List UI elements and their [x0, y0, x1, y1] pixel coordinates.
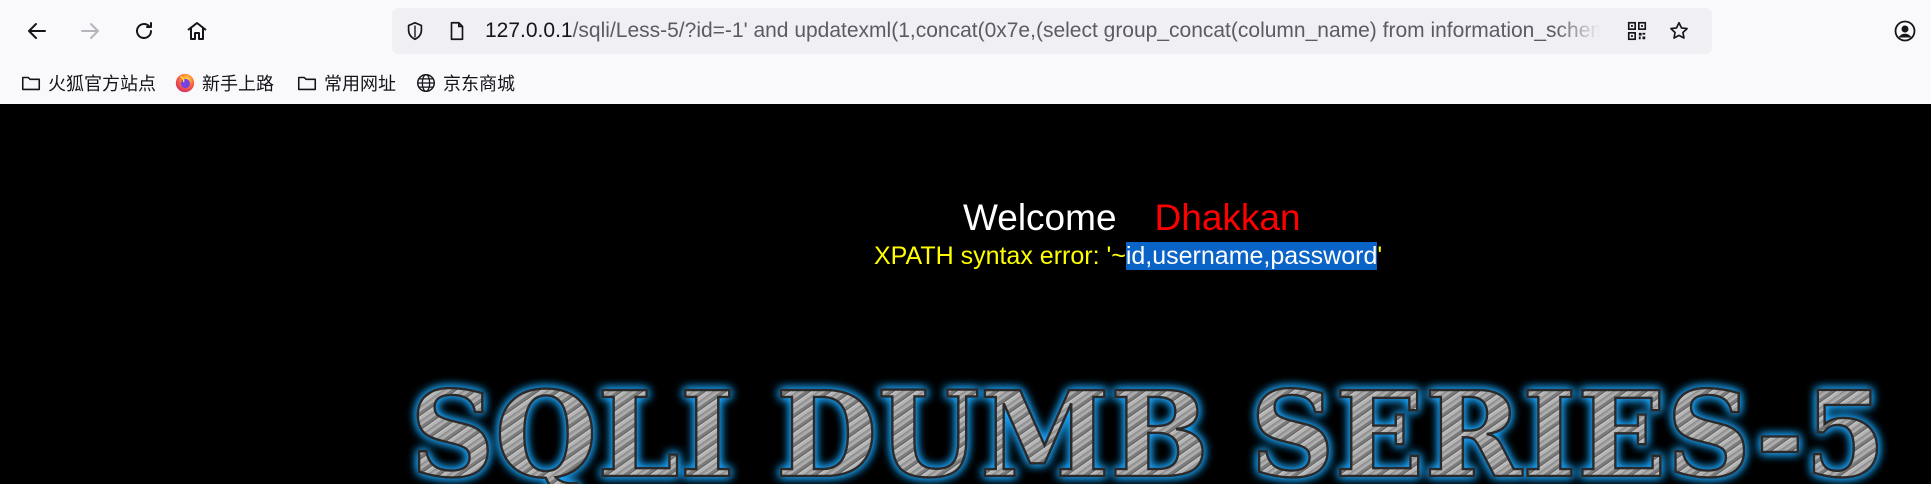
back-arrow-icon: [28, 23, 46, 39]
bookmarks-bar: 火狐官方站点 新手上路 常用网址 京东商城: [0, 62, 1931, 104]
back-button[interactable]: [18, 12, 56, 50]
banner-text: SQLI DUMB SERIES-5: [410, 365, 1886, 484]
shield-icon[interactable]: [403, 19, 427, 43]
home-button[interactable]: [178, 12, 216, 50]
bookmark-folder-common-sites[interactable]: 常用网址: [296, 70, 396, 96]
url-host: 127.0.0.1: [485, 19, 573, 42]
globe-icon: [417, 74, 435, 92]
bookmark-label: 京东商城: [443, 74, 515, 95]
xpath-error-message: XPATH syntax error: '~id,username,passwo…: [874, 240, 1382, 272]
url-text[interactable]: 127.0.0.1/sqli/Less-5/?id=-1' and update…: [485, 18, 1600, 44]
bookmark-jd-mall[interactable]: 京东商城: [415, 70, 515, 96]
account-icon: [1894, 20, 1916, 42]
forward-button[interactable]: [71, 12, 109, 50]
reload-icon: [136, 22, 152, 39]
error-prefix: XPATH syntax error: '~: [874, 242, 1126, 270]
forward-arrow-icon: [81, 23, 99, 39]
folder-icon: [21, 76, 41, 91]
qr-code-icon[interactable]: [1625, 19, 1649, 43]
account-button[interactable]: [1886, 12, 1924, 50]
url-bar[interactable]: 127.0.0.1/sqli/Less-5/?id=-1' and update…: [392, 8, 1712, 54]
bookmark-getting-started[interactable]: 新手上路: [174, 70, 274, 96]
welcome-name: Dhakkan: [1154, 197, 1301, 238]
welcome-label: Welcome: [963, 197, 1117, 238]
reload-button[interactable]: [125, 12, 163, 50]
nav-toolbar: 127.0.0.1/sqli/Less-5/?id=-1' and update…: [0, 0, 1931, 62]
browser-chrome: 127.0.0.1/sqli/Less-5/?id=-1' and update…: [0, 0, 1931, 104]
page-content: Welcome Dhakkan XPATH syntax error: '~id,…: [0, 104, 1931, 484]
firefox-icon: [175, 73, 195, 93]
bookmark-folder-firefox-official[interactable]: 火狐官方站点: [20, 70, 156, 96]
bookmark-label: 常用网址: [324, 74, 396, 95]
folder-icon: [297, 76, 317, 91]
error-selected-text: id,username,password: [1125, 242, 1378, 270]
home-icon: [187, 22, 207, 40]
url-path: /sqli/Less-5/?id=-1' and updatexml(1,con…: [572, 19, 1600, 42]
bookmark-label: 新手上路: [202, 74, 274, 95]
bookmark-label: 火狐官方站点: [48, 74, 156, 95]
welcome-line: Welcome Dhakkan: [963, 196, 1301, 240]
sqli-dumb-series-banner: SQLI DUMB SERIES-5: [409, 364, 1888, 484]
star-icon[interactable]: [1667, 19, 1691, 43]
error-suffix: ': [1377, 242, 1383, 270]
page-info-icon[interactable]: [445, 19, 469, 43]
